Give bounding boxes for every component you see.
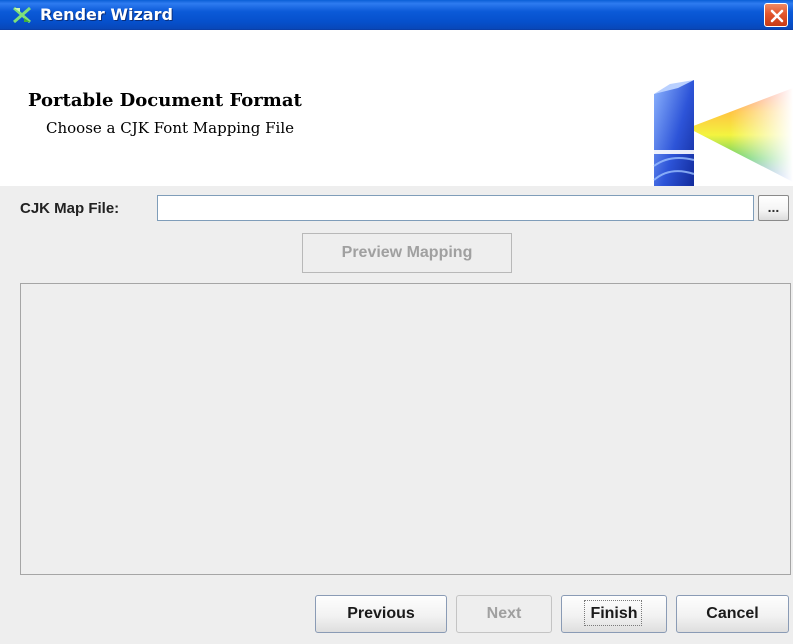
- preview-mapping-button[interactable]: Preview Mapping: [302, 233, 512, 273]
- cjk-map-file-input[interactable]: [157, 195, 754, 221]
- preview-area: [20, 283, 791, 575]
- wizard-header: Portable Document Format Choose a CJK Fo…: [0, 30, 793, 216]
- close-icon: [770, 9, 784, 23]
- previous-button[interactable]: Previous: [315, 595, 447, 633]
- next-button[interactable]: Next: [456, 595, 552, 633]
- browse-button[interactable]: ...: [758, 195, 789, 221]
- render-wizard-icon: [12, 6, 32, 24]
- focus-ring: [584, 600, 642, 626]
- page-title: Portable Document Format: [28, 90, 302, 111]
- cjk-map-file-label: CJK Map File:: [20, 200, 120, 217]
- close-button[interactable]: [764, 3, 788, 27]
- title-bar[interactable]: Render Wizard: [0, 0, 793, 30]
- window-title: Render Wizard: [40, 5, 173, 24]
- page-subtitle: Choose a CJK Font Mapping File: [46, 119, 295, 137]
- cancel-button[interactable]: Cancel: [676, 595, 789, 633]
